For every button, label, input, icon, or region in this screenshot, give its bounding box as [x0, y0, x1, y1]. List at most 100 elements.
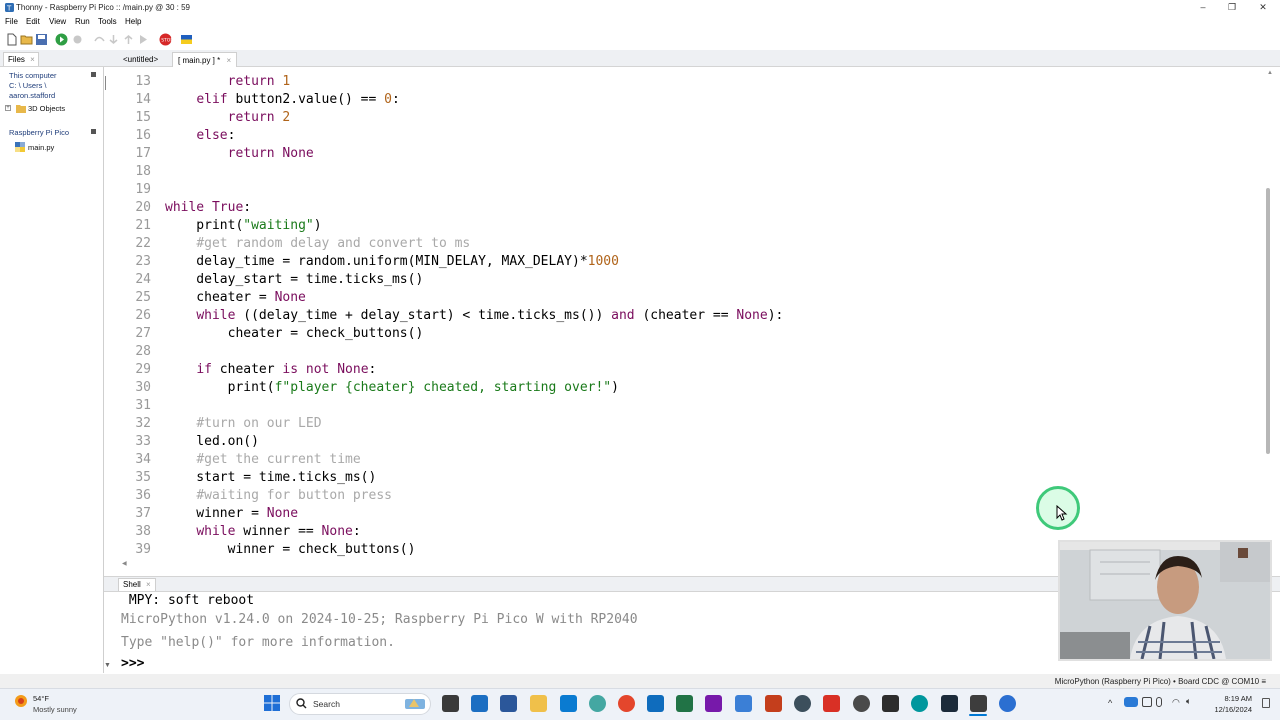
interpreter-selector[interactable]: MicroPython (Raspberry Pi Pico) • Board …	[1055, 677, 1266, 686]
close-button[interactable]: ✕	[1246, 0, 1280, 15]
support-ukraine-icon[interactable]	[180, 33, 193, 46]
open-folder-icon[interactable]	[20, 33, 33, 46]
thonny-taskbar-icon[interactable]	[970, 695, 987, 712]
step-over-icon[interactable]	[93, 33, 106, 46]
menu-help[interactable]: Help	[125, 17, 141, 26]
folder-row-3d-objects[interactable]: + 3D Objects	[2, 102, 104, 115]
code-line[interactable]: while winner == None:	[165, 523, 360, 541]
files-scrollbar[interactable]	[105, 76, 106, 90]
tab-files[interactable]: Files ×	[3, 52, 39, 66]
debug-icon[interactable]	[71, 33, 84, 46]
code-line[interactable]: if cheater is not None:	[165, 361, 376, 379]
code-line[interactable]: start = time.ticks_ms()	[165, 469, 376, 487]
vscode-icon[interactable]	[560, 695, 577, 712]
editor-vertical-scrollbar[interactable]	[1266, 188, 1270, 454]
code-line[interactable]: delay_start = time.ticks_ms()	[165, 271, 423, 289]
code-line[interactable]: #turn on our LED	[165, 415, 321, 433]
tray-cloud-icon[interactable]	[1124, 697, 1138, 707]
resume-icon[interactable]	[137, 33, 150, 46]
menu-file[interactable]: File	[5, 17, 18, 26]
stop-icon[interactable]: STOP	[159, 33, 172, 46]
run-icon[interactable]	[55, 33, 68, 46]
onenote-icon[interactable]	[705, 695, 722, 712]
tab-shell[interactable]: Shell ×	[118, 578, 156, 591]
notifications-icon[interactable]	[1262, 698, 1270, 708]
code-line[interactable]: delay_time = random.uniform(MIN_DELAY, M…	[165, 253, 619, 271]
excel-icon[interactable]	[676, 695, 693, 712]
code-line[interactable]: elif button2.value() == 0:	[165, 91, 400, 109]
outlook-icon[interactable]	[647, 695, 664, 712]
code-line[interactable]: led.on()	[165, 433, 259, 451]
local-path-line2[interactable]: aaron.stafford	[9, 91, 55, 100]
device-file-main-py[interactable]: main.py	[14, 141, 102, 153]
code-line[interactable]: print("waiting")	[165, 217, 321, 235]
weather-desc[interactable]: Mostly sunny	[33, 705, 77, 714]
code-line[interactable]: winner = None	[165, 505, 298, 523]
code-line[interactable]: cheater = None	[165, 289, 306, 307]
code-line[interactable]: while True:	[165, 199, 251, 217]
menu-tools[interactable]: Tools	[98, 17, 117, 26]
tray-device-icon[interactable]	[1142, 697, 1152, 707]
menu-run[interactable]: Run	[75, 17, 90, 26]
store-icon[interactable]	[471, 695, 488, 712]
code-line[interactable]: #get the current time	[165, 451, 360, 469]
tab-main-py[interactable]: [ main.py ] * ×	[172, 52, 238, 67]
menu-view[interactable]: View	[49, 17, 66, 26]
acrobat-icon[interactable]	[823, 695, 840, 712]
code-line[interactable]: print(f"player {cheater} cheated, starti…	[165, 379, 619, 397]
files-scroll-down-icon[interactable]: ▼	[104, 662, 111, 669]
weather-icon[interactable]	[13, 693, 29, 709]
shell-prompt[interactable]: >>>	[121, 655, 144, 673]
volume-icon[interactable]: 🔈︎	[1186, 696, 1191, 707]
local-path-line1[interactable]: C: \ Users \	[9, 81, 47, 90]
app-icon-blue[interactable]	[735, 695, 752, 712]
expand-icon[interactable]: +	[5, 105, 11, 111]
weather-temp[interactable]: 54°F	[33, 694, 49, 703]
save-icon[interactable]	[35, 33, 48, 46]
new-file-icon[interactable]	[5, 33, 18, 46]
line-number: 39	[135, 542, 151, 557]
clock-time[interactable]: 8:19 AM	[1212, 694, 1252, 703]
tray-overflow-icon[interactable]: ^	[1108, 698, 1112, 708]
windows-start-icon[interactable]	[264, 695, 280, 711]
pane-menu-icon[interactable]	[91, 72, 96, 77]
app-icon-navy[interactable]	[941, 695, 958, 712]
step-into-icon[interactable]	[107, 33, 120, 46]
code-line[interactable]: #waiting for button press	[165, 487, 392, 505]
this-computer-header[interactable]: This computer	[9, 71, 57, 80]
file-explorer-icon[interactable]	[530, 695, 547, 712]
app-icon-teal[interactable]	[589, 695, 606, 712]
code-line[interactable]: return 2	[165, 109, 291, 127]
arduino-icon[interactable]	[911, 695, 928, 712]
step-out-icon[interactable]	[122, 33, 135, 46]
device-header[interactable]: Raspberry Pi Pico	[9, 128, 69, 137]
code-line[interactable]: cheater = check_buttons()	[165, 325, 424, 343]
code-line[interactable]: return None	[165, 145, 314, 163]
scroll-left-icon[interactable]: ◀	[122, 560, 127, 567]
code-line[interactable]: winner = check_buttons()	[165, 541, 416, 558]
code-area[interactable]: 13 return 1 14 elif button2.value() == 0:…	[118, 73, 1266, 558]
tab-close-icon[interactable]: ×	[226, 56, 231, 65]
terminal-icon[interactable]	[882, 695, 899, 712]
powerpoint-icon[interactable]	[765, 695, 782, 712]
code-line[interactable]: while ((delay_time + delay_start) < time…	[165, 307, 783, 325]
word-icon[interactable]	[500, 695, 517, 712]
device-pane-menu-icon[interactable]	[91, 129, 96, 134]
maximize-button[interactable]: ❐	[1215, 0, 1249, 15]
menu-edit[interactable]: Edit	[26, 17, 40, 26]
clock-date[interactable]: 12/16/2024	[1206, 705, 1252, 714]
wifi-icon[interactable]: ◠	[1172, 697, 1180, 708]
app-icon-circle-blue[interactable]	[999, 695, 1016, 712]
code-line[interactable]: return 1	[165, 73, 291, 91]
code-line[interactable]: #get random delay and convert to ms	[165, 235, 470, 253]
app-icon-dark[interactable]	[794, 695, 811, 712]
app-icon-gray[interactable]	[853, 695, 870, 712]
tab-untitled[interactable]: <untitled>	[118, 52, 163, 67]
tab-close-icon[interactable]: ×	[146, 580, 151, 589]
microphone-icon[interactable]	[1156, 697, 1162, 707]
scroll-up-icon[interactable]: ▲	[1267, 70, 1273, 76]
task-view-icon[interactable]	[442, 695, 459, 712]
tab-close-icon[interactable]: ×	[30, 55, 35, 64]
chrome-icon[interactable]	[618, 695, 635, 712]
code-line[interactable]: else:	[165, 127, 235, 145]
